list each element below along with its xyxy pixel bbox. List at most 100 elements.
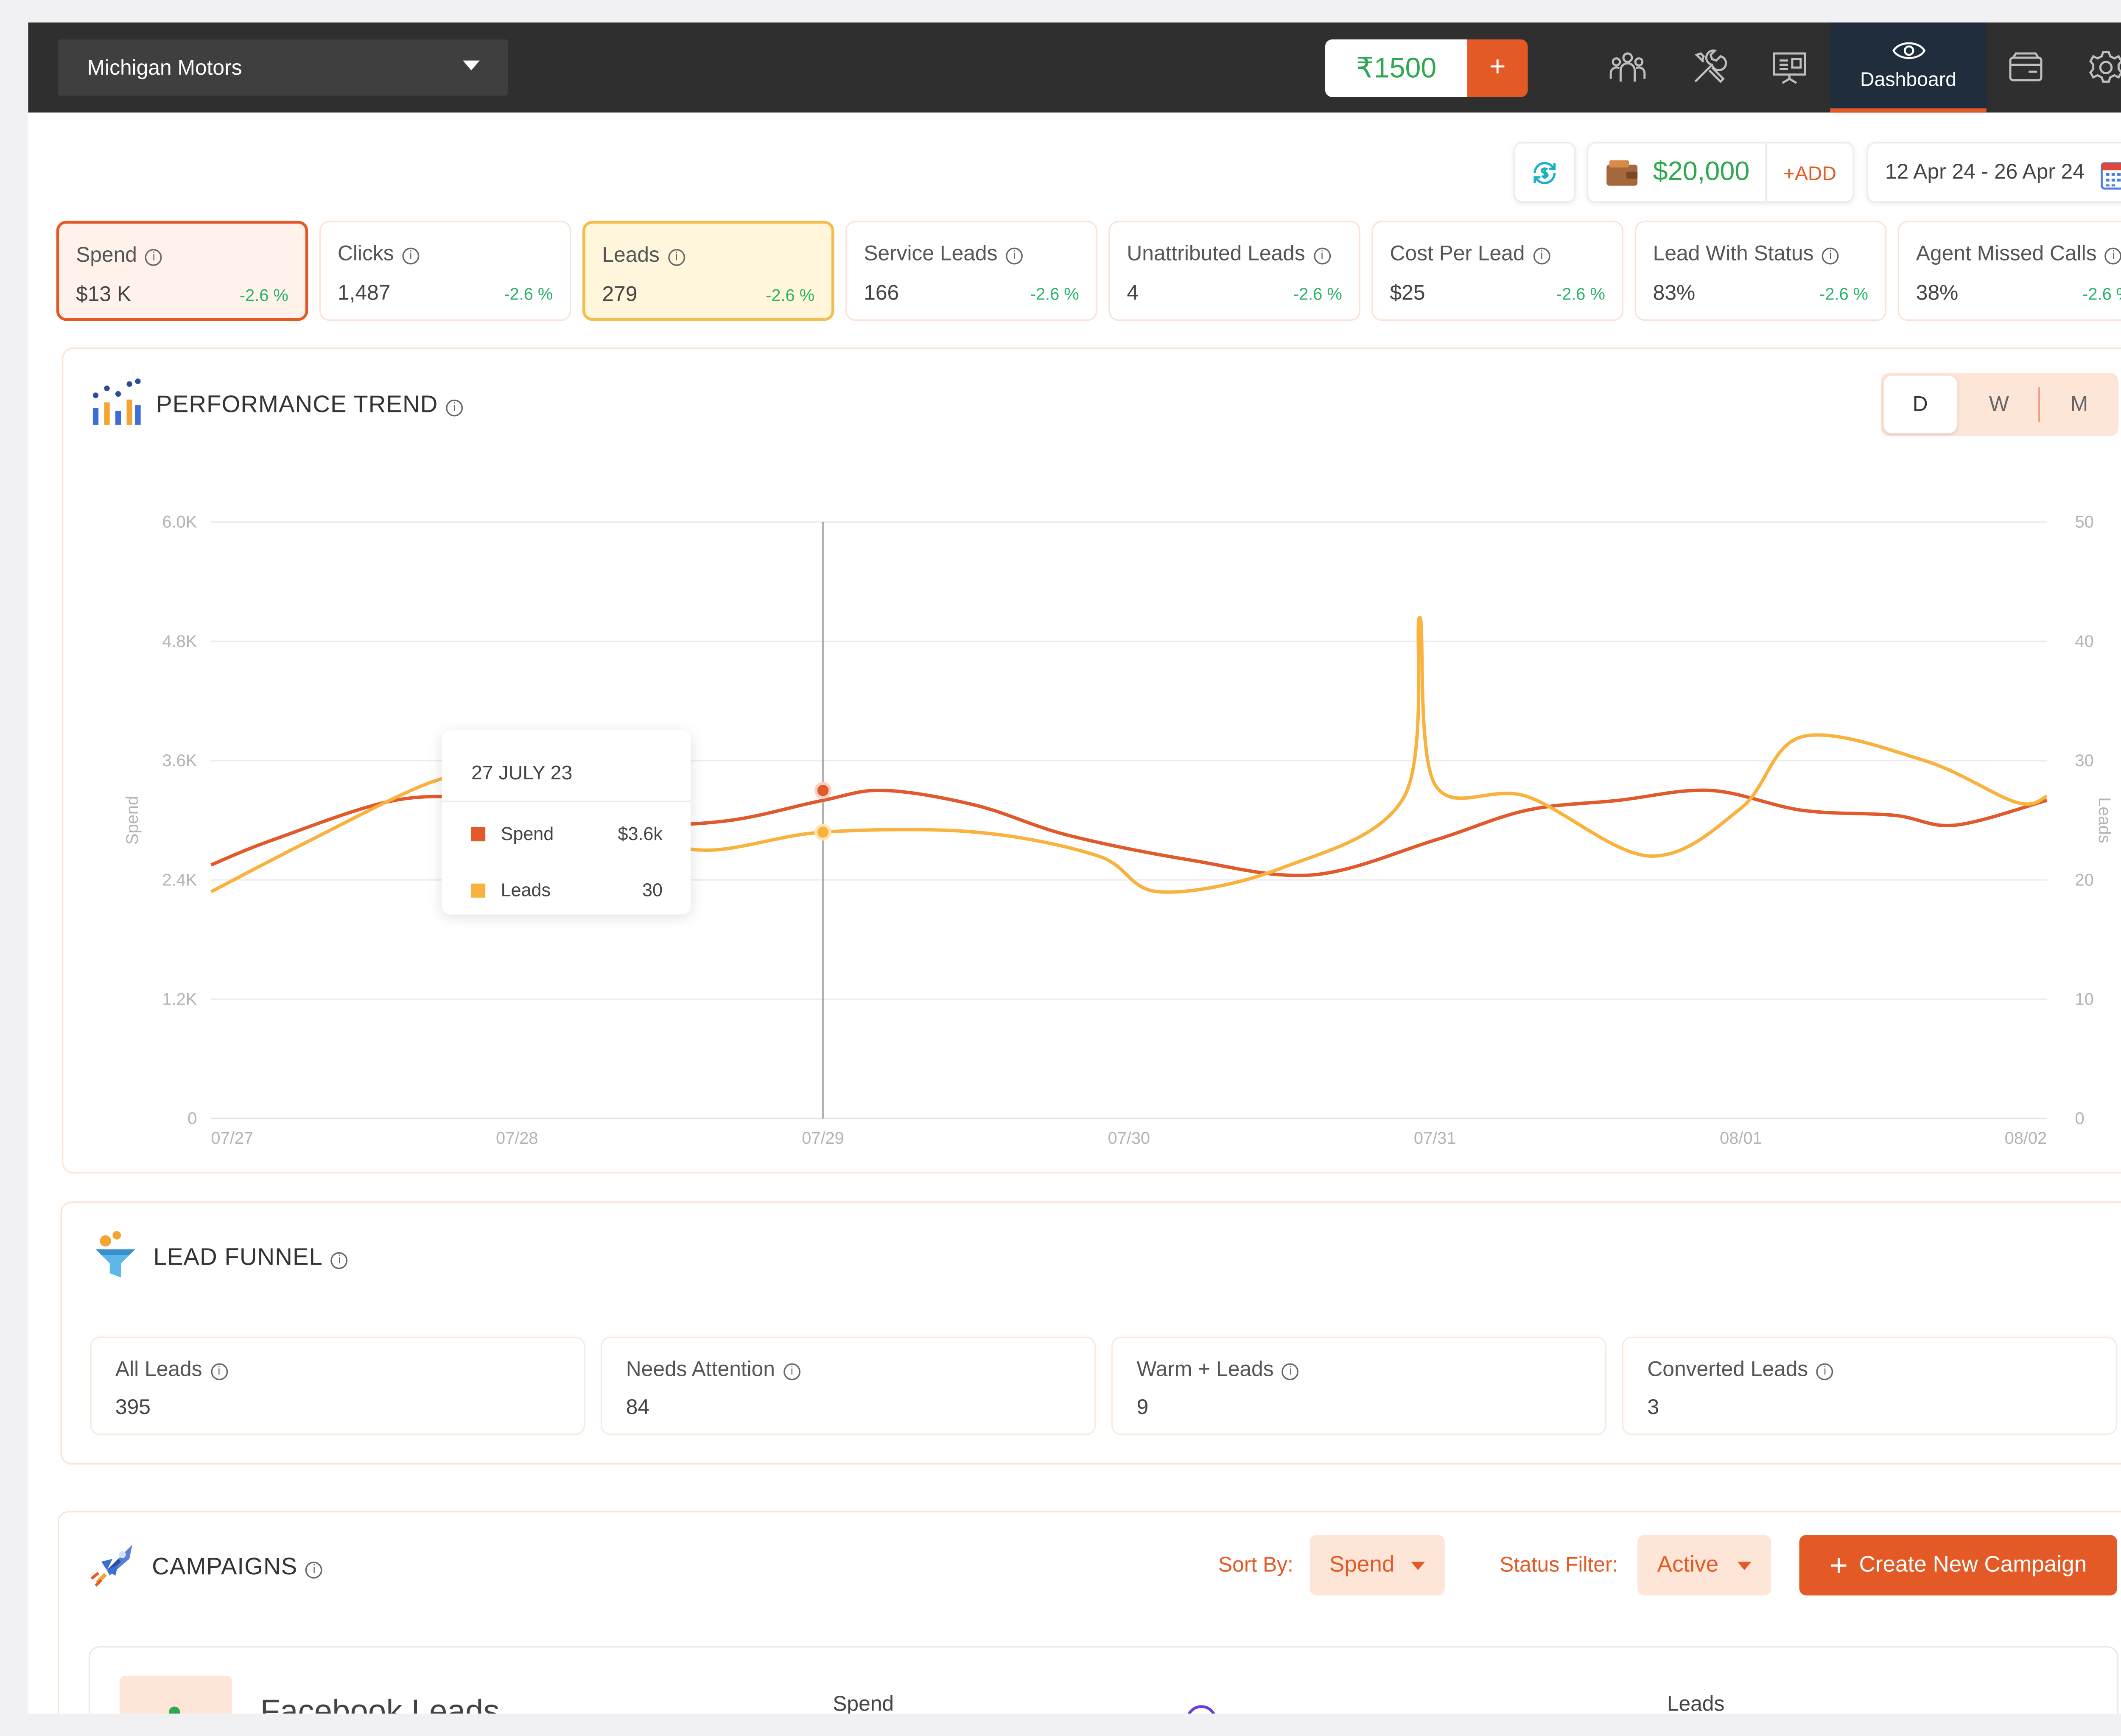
funnel-icon	[95, 1231, 135, 1278]
wallet-icon[interactable]	[2006, 48, 2045, 87]
chevron-down-icon	[1737, 1562, 1752, 1570]
info-icon[interactable]: i	[331, 1252, 348, 1269]
info-icon[interactable]: i	[1822, 247, 1839, 265]
funnel-card-needs-attention[interactable]: Needs Attention i 84	[601, 1336, 1096, 1435]
x-tick-label: 07/31	[1414, 1129, 1456, 1148]
x-tick-label: 08/02	[2005, 1129, 2047, 1148]
info-icon[interactable]: i	[668, 249, 685, 266]
funnel-card-all-leads[interactable]: All Leads i 395	[90, 1336, 585, 1435]
calendar-icon	[2101, 162, 2121, 190]
date-range-picker[interactable]: 12 Apr 24 - 26 Apr 24	[1866, 142, 2121, 203]
campaigns-title: CAMPAIGNS i	[152, 1553, 323, 1581]
y2-tick-label: 40	[2075, 632, 2094, 651]
info-icon[interactable]: i	[210, 1363, 228, 1380]
credit-widget: ₹1500 +	[1325, 39, 1528, 97]
funnel-value: 9	[1136, 1395, 1149, 1420]
refresh-button[interactable]	[1514, 142, 1576, 203]
plus-icon: +	[1830, 1547, 1848, 1582]
granularity-toggle: D W M	[1880, 372, 2119, 437]
y-tick-label: 6.0K	[162, 513, 197, 532]
funnel-card-warm-leads[interactable]: Warm + Leads i 9	[1111, 1336, 1607, 1435]
kpi-label: Spend	[76, 243, 137, 268]
granularity-day[interactable]: D	[1883, 375, 1957, 434]
info-icon[interactable]: i	[783, 1363, 800, 1380]
info-icon[interactable]: i	[145, 249, 162, 266]
date-range-text: 12 Apr 24 - 26 Apr 24	[1885, 160, 2085, 185]
campaign-name: Facebook Leads	[260, 1692, 500, 1714]
y2-tick-label: 20	[2075, 871, 2094, 889]
status-filter-value: Active	[1657, 1552, 1719, 1576]
info-icon[interactable]: i	[1006, 247, 1023, 265]
kpi-card-agent-missed-calls[interactable]: Agent Missed Calls i 38% -2.6 %	[1897, 221, 2121, 321]
add-funds-button[interactable]: +ADD	[1765, 143, 1853, 202]
gear-icon[interactable]	[2086, 48, 2121, 87]
granularity-month[interactable]: M	[2040, 373, 2119, 436]
kpi-card-lead-with-status[interactable]: Lead With Status i 83% -2.6 %	[1634, 221, 1887, 321]
kpi-value: 4	[1127, 281, 1139, 305]
panel-title-text: CAMPAIGNS	[152, 1553, 298, 1580]
kpi-delta: -2.6 %	[504, 284, 553, 304]
tooltip-value: $3.6k	[618, 823, 663, 844]
panel-title-text: LEAD FUNNEL	[153, 1243, 323, 1271]
kpi-card-clicks[interactable]: Clicks i 1,487 -2.6 %	[319, 221, 571, 321]
campaign-row[interactable]: Facebook Leads Spend Leads	[88, 1646, 2119, 1714]
kpi-card-spend[interactable]: Spend i $13 K -2.6 %	[56, 221, 308, 321]
info-icon[interactable]: i	[306, 1562, 323, 1579]
kpi-delta: -2.6 %	[239, 286, 288, 305]
status-dot	[168, 1706, 180, 1714]
create-campaign-button[interactable]: + Create New Campaign	[1799, 1535, 2118, 1596]
rocket-icon	[90, 1545, 132, 1587]
tooltip-label: Spend	[501, 823, 554, 844]
kpi-value: $13 K	[76, 283, 132, 307]
status-filter-dropdown[interactable]: Active	[1637, 1535, 1771, 1596]
highlight-point-leads	[814, 823, 831, 841]
kpi-delta: -2.6 %	[1556, 284, 1605, 304]
kpi-value: 1,487	[337, 281, 391, 305]
create-campaign-label: Create New Campaign	[1859, 1552, 2087, 1576]
kpi-delta: -2.6 %	[1819, 284, 1869, 304]
refresh-currency-icon	[1533, 161, 1556, 184]
funnel-label: Warm + Leads	[1136, 1358, 1274, 1382]
kpi-card-leads[interactable]: Leads i 279 -2.6 %	[582, 221, 834, 321]
sort-by-dropdown[interactable]: Spend	[1310, 1535, 1445, 1596]
info-icon[interactable]: i	[1313, 247, 1331, 265]
sort-by-value: Spend	[1329, 1552, 1395, 1576]
info-icon[interactable]: i	[2105, 247, 2121, 265]
kpi-value: 166	[864, 281, 899, 305]
info-icon[interactable]: i	[402, 247, 420, 265]
y-axis-label: Spend	[123, 796, 142, 845]
info-icon[interactable]: i	[1282, 1363, 1299, 1380]
kpi-label: Agent Missed Calls	[1916, 242, 2097, 266]
chevron-down-icon	[463, 60, 480, 70]
users-icon[interactable]	[1608, 48, 1648, 87]
info-icon[interactable]: i	[1816, 1363, 1833, 1380]
account-selector[interactable]: Michigan Motors	[57, 39, 508, 96]
y-tick-label: 4.8K	[162, 632, 197, 651]
y2-axis-label: Leads	[2095, 797, 2114, 843]
app-window: Michigan Motors ₹1500 + Dashboard $20,00…	[28, 22, 2121, 1714]
performance-trend-chart: 0 1.2K 2.4K 3.6K 4.8K 6.0K 0 10 20 30 40 50 07/27 07/…	[123, 513, 2114, 1148]
kpi-value: 38%	[1916, 281, 1959, 305]
y2-tick-label: 30	[2075, 751, 2094, 770]
info-icon[interactable]: i	[446, 399, 464, 417]
kpi-card-cost-per-lead[interactable]: Cost Per Lead i $25 -2.6 %	[1371, 221, 1624, 321]
funnel-card-converted-leads[interactable]: Converted Leads i 3	[1622, 1336, 2118, 1435]
info-icon[interactable]: i	[1533, 247, 1550, 265]
kpi-card-unattributed-leads[interactable]: Unattributed Leads i 4 -2.6 %	[1108, 221, 1360, 321]
wallet-amount: $20,000	[1653, 157, 1750, 187]
wallet-brown-icon	[1606, 160, 1638, 185]
tooltip-row-spend: Spend $3.6k	[471, 823, 663, 844]
funnel-value: 3	[1647, 1395, 1659, 1420]
granularity-week[interactable]: W	[1960, 373, 2039, 436]
add-credit-button[interactable]: +	[1467, 39, 1528, 97]
tools-icon[interactable]	[1690, 48, 1729, 87]
presentation-icon[interactable]	[1770, 48, 1809, 87]
tab-dashboard[interactable]: Dashboard	[1830, 22, 1987, 113]
campaign-leads-header: Leads	[1667, 1692, 1725, 1714]
funnel-label: Converted Leads	[1647, 1358, 1808, 1382]
y-tick-label: 0	[187, 1109, 197, 1128]
performance-trend-title: PERFORMANCE TREND i	[156, 391, 464, 419]
tooltip-date: 27 JULY 23	[471, 761, 573, 784]
kpi-card-service-leads[interactable]: Service Leads i 166 -2.6 %	[845, 221, 1097, 321]
tooltip-value: 30	[642, 879, 663, 901]
